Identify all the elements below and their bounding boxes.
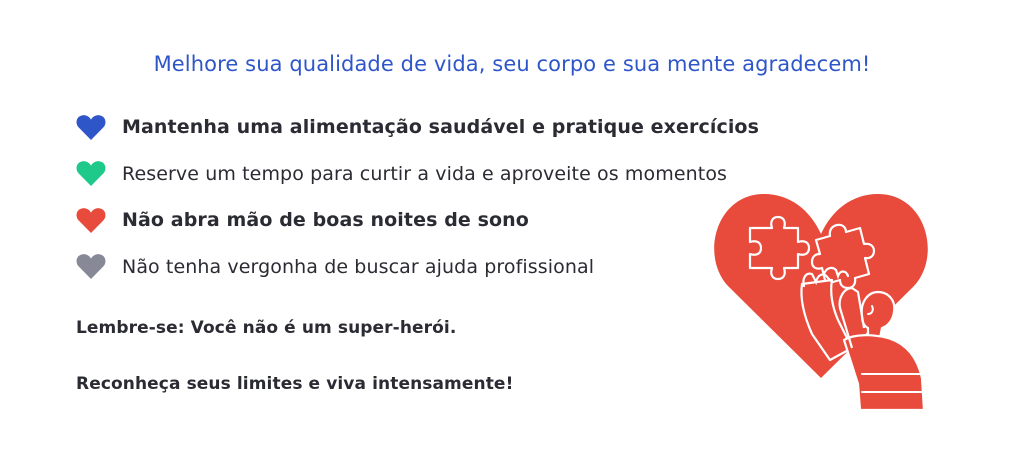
tip-text: Não abra mão de boas noites de sono — [122, 209, 529, 232]
tip-item: Não abra mão de boas noites de sono — [76, 197, 759, 244]
tips-list: Mantenha uma alimentação saudável e prat… — [76, 104, 759, 290]
tip-item: Mantenha uma alimentação saudável e prat… — [76, 104, 759, 151]
reminder-text: Lembre-se: Você não é um super-herói. — [76, 318, 457, 338]
closing-text: Reconheça seus limites e viva intensamen… — [76, 374, 514, 394]
tip-text: Reserve um tempo para curtir a vida e ap… — [122, 162, 728, 185]
heart-icon-blue — [76, 114, 106, 141]
heart-icon-green — [76, 160, 106, 187]
headline: Melhore sua qualidade de vida, seu corpo… — [153, 52, 871, 76]
heart-icon-gray — [76, 253, 106, 280]
heart-icon-red — [76, 207, 106, 234]
tip-item: Não tenha vergonha de buscar ajuda profi… — [76, 244, 759, 291]
heart-puzzle-illustration — [712, 188, 942, 412]
person-body-shape — [842, 334, 926, 412]
tip-text: Mantenha uma alimentação saudável e prat… — [122, 116, 759, 139]
tip-text: Não tenha vergonha de buscar ajuda profi… — [122, 255, 595, 278]
tip-item: Reserve um tempo para curtir a vida e ap… — [76, 151, 759, 198]
